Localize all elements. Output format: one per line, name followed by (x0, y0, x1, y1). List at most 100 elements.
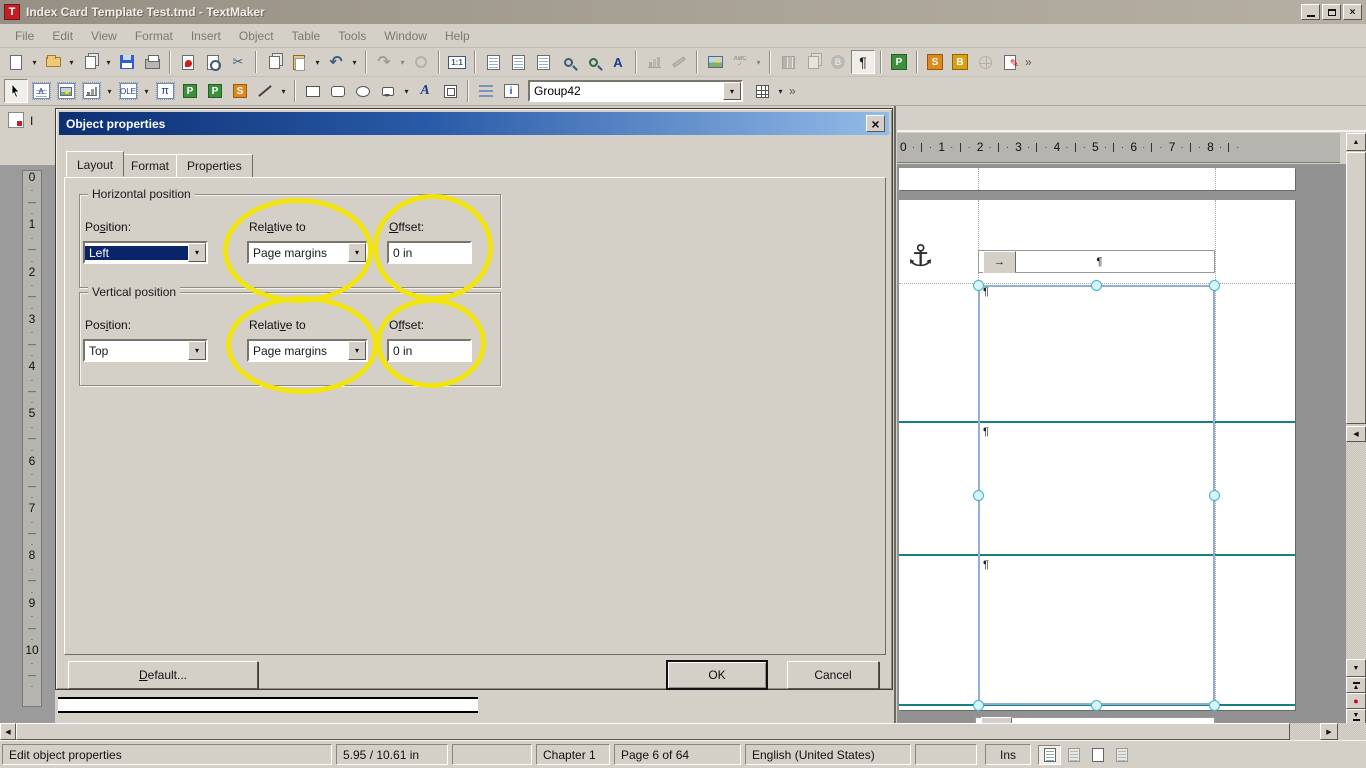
menu-tools[interactable]: Tools (329, 26, 375, 46)
resize-handle-bottom-center[interactable] (1091, 700, 1102, 711)
resize-handle-top-left[interactable] (973, 280, 984, 291)
h-relative-dropdown-icon[interactable]: ▾ (348, 243, 366, 262)
resize-handle-middle-left[interactable] (973, 490, 984, 501)
h-relative-combobox[interactable]: Page margins ▾ (247, 241, 368, 264)
document-viewport[interactable]: ⚓ → ¶ ¶ ¶ ¶ → Avery·5338·Index·Cards,·3·… (897, 164, 1346, 723)
status-language[interactable]: English (United States) (745, 744, 911, 765)
status-insert-mode[interactable]: Ins (985, 744, 1031, 765)
browse-object-button[interactable]: ● (1346, 693, 1366, 709)
planmaker-button[interactable]: P (887, 50, 911, 74)
toolbar-overflow-icon[interactable]: » (1025, 55, 1032, 69)
format-painter-button[interactable] (667, 50, 691, 74)
menu-insert[interactable]: Insert (182, 26, 230, 46)
cut-button[interactable]: ✂ (226, 50, 250, 74)
open-button[interactable] (41, 50, 65, 74)
continuous-view-mode-button[interactable] (1062, 745, 1085, 765)
new-document-dropdown[interactable]: ▾ (29, 50, 40, 74)
resize-handle-top-right[interactable] (1209, 280, 1220, 291)
split-view-button[interactable]: ◀ (1346, 426, 1366, 442)
v-position-dropdown-icon[interactable]: ▾ (188, 341, 206, 360)
draw-callout-dropdown[interactable]: ▾ (401, 79, 412, 103)
grid-dropdown[interactable]: ▾ (775, 79, 786, 103)
spell-check-dropdown[interactable]: ▾ (753, 50, 764, 74)
resize-handle-bottom-right[interactable] (1209, 700, 1220, 711)
minimize-button[interactable] (1301, 4, 1320, 20)
print-preview-button[interactable] (201, 50, 225, 74)
open-dropdown[interactable]: ▾ (66, 50, 77, 74)
object-properties-button[interactable]: i (499, 79, 523, 103)
dialog-close-button[interactable]: × (866, 115, 885, 132)
menu-object[interactable]: Object (230, 26, 283, 46)
grid-button[interactable] (750, 79, 774, 103)
dialog-title-bar[interactable]: Object properties × (59, 112, 889, 135)
tab-format[interactable]: Format (120, 154, 180, 178)
default-button[interactable]: Default... (68, 661, 258, 689)
vertical-scrollbar-thumb[interactable] (1346, 152, 1366, 424)
h-offset-input[interactable]: 0 in (387, 241, 472, 264)
insert-chart-button[interactable] (642, 50, 666, 74)
menu-window[interactable]: Window (375, 26, 436, 46)
scroll-down-button[interactable]: ▼ (1346, 659, 1366, 677)
copy-button[interactable] (262, 50, 286, 74)
normal-view-button[interactable] (481, 50, 505, 74)
bullets-button[interactable]: B (826, 50, 850, 74)
tab-layout[interactable]: Layout (66, 151, 124, 177)
restore-button[interactable] (1322, 4, 1341, 20)
object-selector-dropdown-icon[interactable]: ▾ (723, 82, 741, 100)
thesaurus-button[interactable] (776, 50, 800, 74)
print-button[interactable] (140, 50, 164, 74)
search-button[interactable] (409, 50, 433, 74)
status-chapter[interactable]: Chapter 1 (536, 744, 610, 765)
selected-object-frame[interactable] (978, 285, 1215, 705)
frame-group-button[interactable] (438, 79, 462, 103)
chart-frame-dropdown[interactable]: ▾ (104, 79, 115, 103)
web-button[interactable] (973, 50, 997, 74)
zoom-100-button[interactable]: 1:1 (445, 50, 469, 74)
insert-planmaker-chart-button[interactable]: P (203, 79, 227, 103)
character-dialog-button[interactable]: A (606, 50, 630, 74)
page-view-button[interactable] (506, 50, 530, 74)
insert-text-frame-button[interactable]: A (29, 79, 53, 103)
spell-check-button[interactable]: ABC✓ (728, 50, 752, 74)
draw-line-dropdown[interactable]: ▾ (278, 79, 289, 103)
menu-file[interactable]: File (6, 26, 43, 46)
zoom-page-button[interactable] (581, 50, 605, 74)
page-view-mode-button[interactable] (1086, 745, 1109, 765)
paste-dropdown[interactable]: ▾ (312, 50, 323, 74)
v-relative-combobox[interactable]: Page margins ▾ (247, 339, 368, 362)
ole-object-dropdown[interactable]: ▾ (141, 79, 152, 103)
export-button[interactable] (78, 50, 102, 74)
edit-mode-button[interactable] (998, 50, 1022, 74)
selection-pointer-button[interactable] (4, 79, 28, 103)
ok-button[interactable]: OK (667, 661, 767, 689)
object-selector-combobox[interactable]: Group42 ▾ (528, 80, 743, 102)
redo-button[interactable]: ↷ (372, 50, 396, 74)
v-position-combobox[interactable]: Top ▾ (83, 339, 208, 362)
toolbar-overflow-icon[interactable]: » (789, 84, 796, 98)
scroll-up-button[interactable]: ▲ (1346, 133, 1366, 151)
close-button[interactable]: × (1343, 4, 1362, 20)
header-text-frame[interactable]: → ¶ (978, 250, 1215, 273)
presentations-button[interactable]: S (923, 50, 947, 74)
menu-table[interactable]: Table (283, 26, 330, 46)
insert-formula-button[interactable]: π (153, 79, 177, 103)
draw-ellipse-button[interactable] (351, 79, 375, 103)
menu-help[interactable]: Help (436, 26, 479, 46)
draw-callout-button[interactable] (376, 79, 400, 103)
tab-properties[interactable]: Properties (176, 154, 253, 178)
menu-view[interactable]: View (82, 26, 126, 46)
v-offset-input[interactable]: 0 in (387, 339, 472, 362)
document-page[interactable]: ⚓ → ¶ ¶ ¶ ¶ → Avery·5338·Index·Cards,·3·… (899, 200, 1295, 710)
undo-dropdown[interactable]: ▾ (349, 50, 360, 74)
resize-handle-top-center[interactable] (1091, 280, 1102, 291)
draw-rounded-rectangle-button[interactable] (326, 79, 350, 103)
zoom-button[interactable] (556, 50, 580, 74)
cancel-button[interactable]: Cancel (787, 661, 879, 689)
normal-view-mode-button[interactable] (1038, 745, 1061, 765)
status-page[interactable]: Page 6 of 64 (614, 744, 741, 765)
resize-handle-middle-right[interactable] (1209, 490, 1220, 501)
resize-handle-bottom-left[interactable] (973, 700, 984, 711)
redo-dropdown[interactable]: ▾ (397, 50, 408, 74)
scroll-right-button[interactable]: ▶ (1320, 723, 1338, 740)
menu-edit[interactable]: Edit (43, 26, 82, 46)
